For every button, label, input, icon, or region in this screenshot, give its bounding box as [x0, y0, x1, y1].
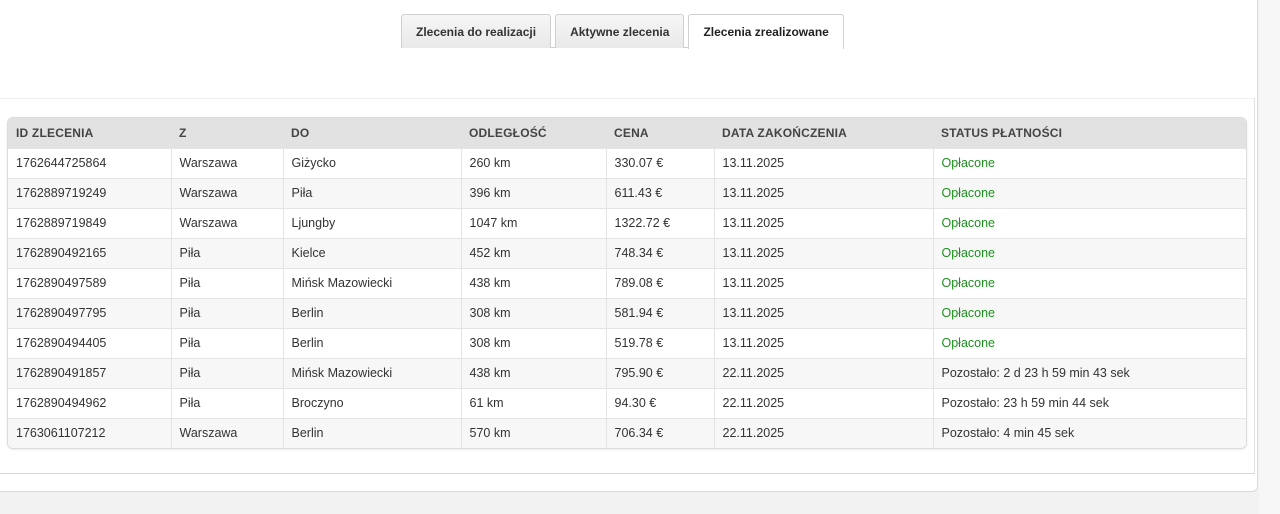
cell-distance: 61 km [460, 387, 606, 418]
cell-payment-status: Opłacone [932, 267, 1246, 298]
cell-to: Mińsk Mazowiecki [282, 267, 461, 298]
cell-price: 789.08 € [605, 267, 714, 298]
cell-end-date: 13.11.2025 [713, 237, 933, 268]
cell-payment-status: Opłacone [932, 177, 1246, 208]
cell-end-date: 22.11.2025 [713, 417, 933, 448]
tab-bar: Zlecenia do realizacji Aktywne zlecenia … [401, 14, 844, 49]
cell-from: Warszawa [170, 177, 283, 208]
table-header-row: ID ZLECENIA Z DO ODLEGŁOŚĆ CENA DATA ZAK… [8, 118, 1246, 148]
cell-price: 795.90 € [605, 357, 714, 388]
column-header-to: DO [283, 118, 461, 148]
cell-order-id: 1762890494405 [8, 327, 171, 358]
cell-order-id: 1762890494962 [8, 387, 171, 418]
cell-order-id: 1762890492165 [8, 237, 171, 268]
cell-payment-status: Pozostało: 2 d 23 h 59 min 43 sek [932, 357, 1246, 388]
column-header-from: Z [171, 118, 283, 148]
cell-price: 1322.72 € [605, 207, 714, 238]
cell-from: Warszawa [170, 417, 283, 448]
cell-end-date: 13.11.2025 [713, 147, 933, 178]
cell-order-id: 1762889719849 [8, 207, 171, 238]
cell-payment-status: Opłacone [932, 297, 1246, 328]
cell-payment-status: Opłacone [932, 237, 1246, 268]
cell-price: 748.34 € [605, 237, 714, 268]
table-row: 1762890491857 Piła Mińsk Mazowiecki 438 km 7… [8, 357, 1246, 388]
cell-end-date: 13.11.2025 [713, 177, 933, 208]
tab-active-orders[interactable]: Aktywne zlecenia [555, 14, 685, 48]
cell-end-date: 13.11.2025 [713, 207, 933, 238]
cell-order-id: 1762644725864 [8, 147, 171, 178]
column-header-distance: ODLEGŁOŚĆ [461, 118, 606, 148]
table-row: 1762890494962 Piła Broczyno 61 km 94.30 €22.… [8, 387, 1246, 418]
cell-price: 94.30 € [605, 387, 714, 418]
column-header-payment-status: STATUS PŁATNOŚCI [933, 118, 1246, 148]
cell-payment-status: Pozostało: 4 min 45 sek [932, 417, 1246, 448]
cell-order-id: 1762890497795 [8, 297, 171, 328]
cell-end-date: 13.11.2025 [713, 327, 933, 358]
cell-payment-status: Opłacone [932, 207, 1246, 238]
cell-payment-status: Pozostało: 23 h 59 min 44 sek [932, 387, 1246, 418]
cell-distance: 438 km [460, 267, 606, 298]
cell-distance: 1047 km [460, 207, 606, 238]
orders-table-container: ID ZLECENIA Z DO ODLEGŁOŚĆ CENA DATA ZAK… [7, 117, 1247, 449]
column-header-id: ID ZLECENIA [8, 118, 171, 148]
cell-distance: 260 km [460, 147, 606, 178]
cell-price: 706.34 € [605, 417, 714, 448]
cell-from: Warszawa [170, 207, 283, 238]
cell-to: Piła [282, 177, 461, 208]
cell-price: 519.78 € [605, 327, 714, 358]
cell-to: Kielce [282, 237, 461, 268]
cell-order-id: 1762890497589 [8, 267, 171, 298]
cell-distance: 308 km [460, 297, 606, 328]
tab-completed-orders[interactable]: Zlecenia zrealizowane [688, 14, 844, 49]
cell-distance: 438 km [460, 357, 606, 388]
cell-order-id: 1762889719249 [8, 177, 171, 208]
cell-distance: 308 km [460, 327, 606, 358]
cell-from: Warszawa [170, 147, 283, 178]
column-header-price: CENA [606, 118, 714, 148]
cell-to: Berlin [282, 327, 461, 358]
cell-payment-status: Opłacone [932, 147, 1246, 178]
table-row: 1762890497795 Piła Berlin 308 km 581.94 €13.… [8, 297, 1246, 328]
cell-end-date: 13.11.2025 [713, 297, 933, 328]
cell-end-date: 22.11.2025 [713, 387, 933, 418]
cell-from: Piła [170, 387, 283, 418]
cell-order-id: 1762890491857 [8, 357, 171, 388]
cell-price: 611.43 € [605, 177, 714, 208]
cell-end-date: 22.11.2025 [713, 357, 933, 388]
cell-price: 581.94 € [605, 297, 714, 328]
cell-from: Piła [170, 267, 283, 298]
table-row: 1762890492165 Piła Kielce 452 km 748.34 €13.… [8, 237, 1246, 268]
cell-price: 330.07 € [605, 147, 714, 178]
column-header-end-date: DATA ZAKOŃCZENIA [714, 118, 933, 148]
orders-table: ID ZLECENIA Z DO ODLEGŁOŚĆ CENA DATA ZAK… [8, 118, 1246, 448]
cell-from: Piła [170, 237, 283, 268]
completed-orders-panel: ID ZLECENIA Z DO ODLEGŁOŚĆ CENA DATA ZAK… [0, 98, 1255, 474]
cell-from: Piła [170, 327, 283, 358]
cell-end-date: 13.11.2025 [713, 267, 933, 298]
cell-to: Giżycko [282, 147, 461, 178]
cell-order-id: 1763061107212 [8, 417, 171, 448]
cell-from: Piła [170, 357, 283, 388]
tab-orders-to-fulfill[interactable]: Zlecenia do realizacji [401, 14, 552, 48]
table-row: 1762890497589 Piła Mińsk Mazowiecki 438 km 7… [8, 267, 1246, 298]
cell-to: Mińsk Mazowiecki [282, 357, 461, 388]
cell-from: Piła [170, 297, 283, 328]
page-panel: Zlecenia do realizacji Aktywne zlecenia … [0, 0, 1258, 492]
table-row: 1762889719849 Warszawa Ljungby 1047 km 1322.… [8, 207, 1246, 238]
table-row: 1762890494405 Piła Berlin 308 km 519.78 €13.… [8, 327, 1246, 358]
cell-to: Broczyno [282, 387, 461, 418]
cell-distance: 396 km [460, 177, 606, 208]
cell-to: Berlin [282, 417, 461, 448]
table-row: 1762889719249 Warszawa Piła 396 km 611.43 €1… [8, 177, 1246, 208]
cell-distance: 452 km [460, 237, 606, 268]
cell-to: Berlin [282, 297, 461, 328]
table-row: 1762644725864 Warszawa Giżycko 260 km 330.07… [8, 147, 1246, 178]
cell-distance: 570 km [460, 417, 606, 448]
right-gutter [1259, 0, 1280, 514]
table-row: 1763061107212 Warszawa Berlin 570 km 706.34 … [8, 417, 1246, 448]
cell-to: Ljungby [282, 207, 461, 238]
cell-payment-status: Opłacone [932, 327, 1246, 358]
